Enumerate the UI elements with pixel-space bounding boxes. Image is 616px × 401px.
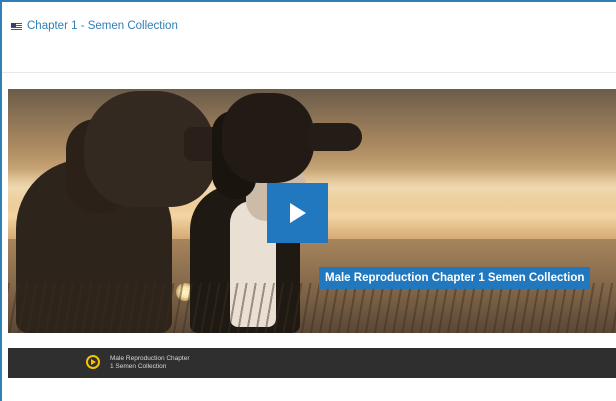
right-dog-snout xyxy=(308,123,362,151)
grass-foreground xyxy=(8,283,616,333)
video-playlist-bar: Male Reproduction Chapter 1 Semen Collec… xyxy=(8,348,616,378)
video-caption: Male Reproduction Chapter 1 Semen Collec… xyxy=(319,267,591,289)
play-circle-icon[interactable] xyxy=(86,355,100,369)
play-button[interactable] xyxy=(267,183,328,243)
lesson-frame: Chapter 1 - Semen Collection Male Reprod… xyxy=(0,0,616,401)
playlist-item-line-1: Male Reproduction Chapter xyxy=(110,355,190,362)
chapter-title-text: Chapter 1 - Semen Collection xyxy=(27,20,178,32)
us-flag-icon xyxy=(11,22,22,30)
play-icon xyxy=(289,203,306,223)
chapter-title: Chapter 1 - Semen Collection xyxy=(11,20,178,32)
chapter-header: Chapter 1 - Semen Collection xyxy=(2,2,616,70)
playlist-item-line-2: 1 Semen Collection xyxy=(110,362,167,370)
playlist-item-title[interactable]: Male Reproduction Chapter 1 Semen Collec… xyxy=(110,355,190,370)
header-divider xyxy=(2,72,616,73)
video-player[interactable]: Male Reproduction Chapter 1 Semen Collec… xyxy=(8,89,616,333)
right-dog-head xyxy=(222,93,314,183)
